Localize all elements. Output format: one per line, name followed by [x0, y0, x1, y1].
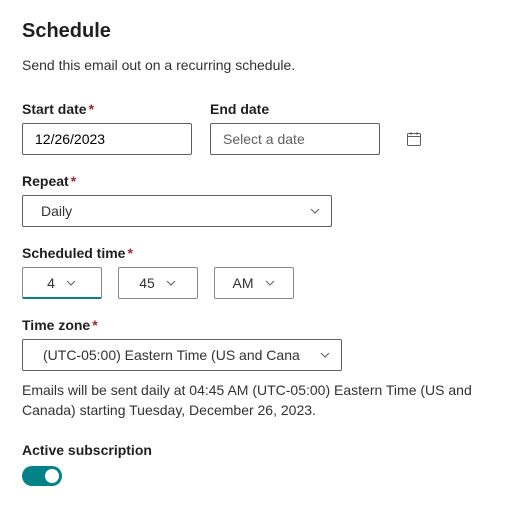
ampm-select[interactable]: AM — [214, 267, 294, 299]
timezone-select[interactable]: (UTC-05:00) Eastern Time (US and Cana — [22, 339, 342, 371]
active-subscription-toggle[interactable] — [22, 466, 62, 486]
timezone-value: (UTC-05:00) Eastern Time (US and Cana — [43, 347, 300, 363]
repeat-label: Repeat* — [22, 173, 492, 189]
minute-select[interactable]: 45 — [118, 267, 198, 299]
chevron-down-icon — [309, 205, 321, 217]
end-date-label: End date — [210, 101, 380, 117]
hour-select[interactable]: 4 — [22, 267, 102, 299]
page-title: Schedule — [22, 20, 492, 43]
end-date-input[interactable] — [210, 123, 380, 155]
toggle-thumb — [45, 469, 59, 483]
chevron-down-icon — [165, 277, 177, 289]
start-date-input[interactable] — [22, 123, 192, 155]
hour-value: 4 — [47, 275, 55, 291]
schedule-summary: Emails will be sent daily at 04:45 AM (U… — [22, 381, 492, 420]
calendar-icon[interactable] — [406, 131, 422, 147]
start-date-field[interactable] — [33, 130, 218, 148]
page-subtitle: Send this email out on a recurring sched… — [22, 57, 492, 73]
ampm-value: AM — [233, 275, 254, 291]
start-date-label: Start date* — [22, 101, 192, 117]
minute-value: 45 — [139, 275, 155, 291]
repeat-select[interactable]: Daily — [22, 195, 332, 227]
repeat-value: Daily — [41, 203, 72, 219]
chevron-down-icon — [319, 349, 331, 361]
chevron-down-icon — [264, 277, 276, 289]
active-subscription-label: Active subscription — [22, 442, 492, 458]
chevron-down-icon — [65, 277, 77, 289]
end-date-field[interactable] — [221, 130, 406, 148]
timezone-label: Time zone* — [22, 317, 492, 333]
scheduled-time-label: Scheduled time* — [22, 245, 492, 261]
